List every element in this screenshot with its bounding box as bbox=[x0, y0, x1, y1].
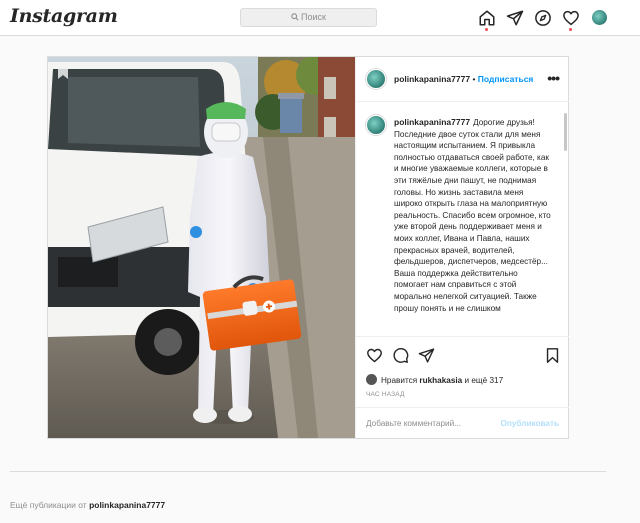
follow-button[interactable]: Подписаться bbox=[478, 74, 534, 84]
share-icon[interactable] bbox=[418, 347, 435, 364]
publish-comment-button[interactable]: Опубликовать bbox=[501, 419, 559, 428]
liker-avatar bbox=[366, 374, 377, 385]
author-username[interactable]: polinkapanina7777 bbox=[394, 74, 470, 84]
caption-text: polinkapanina7777 Дорогие друзья! Последн… bbox=[394, 117, 554, 314]
search-input[interactable]: Поиск bbox=[240, 8, 377, 27]
post-header: polinkapanina7777 • Подписаться ••• bbox=[356, 57, 569, 102]
post-photo[interactable] bbox=[48, 57, 355, 438]
add-comment-row: Добавьте комментарий... Опубликовать bbox=[356, 407, 569, 439]
post-card: polinkapanina7777 • Подписаться ••• poli… bbox=[47, 56, 569, 439]
direct-icon[interactable] bbox=[506, 9, 524, 27]
like-heart-icon[interactable] bbox=[366, 347, 383, 364]
top-navigation-bar: Instagram Поиск bbox=[0, 0, 640, 36]
home-icon[interactable] bbox=[478, 9, 496, 27]
comment-input[interactable]: Добавьте комментарий... bbox=[366, 419, 461, 428]
profile-avatar-icon[interactable] bbox=[592, 10, 607, 25]
more-options-icon[interactable]: ••• bbox=[547, 70, 560, 86]
comment-icon[interactable] bbox=[392, 347, 409, 364]
post-actions: Нравится rukhakasia и ещё 317 ЧАС НАЗАД … bbox=[356, 336, 569, 438]
post-side-panel: polinkapanina7777 • Подписаться ••• poli… bbox=[355, 57, 569, 438]
caption-scrollbar[interactable] bbox=[564, 113, 567, 151]
caption-area[interactable]: polinkapanina7777 Дорогие друзья! Последн… bbox=[356, 103, 569, 336]
post-timestamp[interactable]: ЧАС НАЗАД bbox=[366, 391, 405, 398]
caption-author-username[interactable]: polinkapanina7777 bbox=[394, 117, 470, 127]
search-placeholder: Поиск bbox=[301, 12, 326, 22]
instagram-logo[interactable]: Instagram bbox=[10, 5, 118, 27]
bookmark-icon[interactable] bbox=[544, 347, 561, 364]
section-divider bbox=[10, 471, 606, 472]
more-posts-heading: Ещё публикации от polinkapanina7777 bbox=[10, 500, 165, 510]
post-photo-illustration bbox=[48, 57, 355, 438]
post-header-line: polinkapanina7777 • Подписаться bbox=[394, 74, 533, 84]
author-avatar[interactable] bbox=[366, 69, 386, 89]
search-icon bbox=[291, 13, 299, 21]
activity-heart-icon[interactable] bbox=[562, 9, 580, 27]
more-posts-prefix: Ещё публикации от bbox=[10, 500, 87, 510]
caption-author-avatar[interactable] bbox=[366, 115, 386, 135]
likes-summary[interactable]: Нравится rukhakasia и ещё 317 bbox=[366, 374, 503, 385]
caption-body: Дорогие друзья! Последние двое суток ста… bbox=[394, 118, 551, 313]
more-posts-username[interactable]: polinkapanina7777 bbox=[89, 500, 165, 510]
likes-suffix[interactable]: и ещё 317 bbox=[465, 376, 504, 385]
likes-prefix: Нравится bbox=[381, 376, 418, 385]
explore-icon[interactable] bbox=[534, 9, 552, 27]
activity-notification-dot bbox=[569, 28, 572, 31]
home-notification-dot bbox=[485, 28, 488, 31]
liker-username[interactable]: rukhakasia bbox=[419, 376, 462, 385]
header-separator: • bbox=[472, 74, 476, 84]
